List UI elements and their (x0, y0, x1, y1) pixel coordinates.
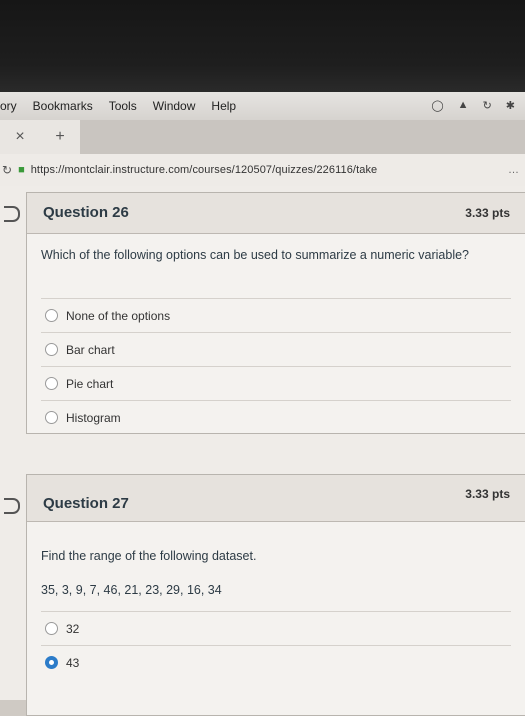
answer-option[interactable]: 43 (41, 645, 511, 679)
menu-item-window[interactable]: Window (153, 99, 196, 113)
radio-button[interactable] (45, 622, 58, 635)
close-tab-icon[interactable]: × (15, 128, 24, 146)
browser-tab[interactable]: × + (0, 120, 80, 154)
tab-bar: × + (0, 120, 525, 154)
screen-bezel (0, 0, 525, 92)
question-27-header: Question 27 3.33 pts (27, 475, 525, 522)
question-26: Question 26 3.33 pts Which of the follow… (26, 192, 525, 434)
radio-button[interactable] (45, 377, 58, 390)
time-machine-icon[interactable]: ↻ (483, 99, 492, 112)
answer-label: 43 (66, 655, 80, 670)
url-text: https://montclair.instructure.com/course… (30, 164, 378, 176)
radio-button[interactable] (45, 309, 58, 322)
question-27-title: Question 27 (43, 495, 129, 512)
question-26-text: Which of the following options can be us… (41, 248, 469, 262)
question-27-dataset: 35, 3, 9, 7, 46, 21, 23, 29, 16, 34 (41, 583, 222, 597)
question-27-points: 3.33 pts (465, 487, 510, 501)
question-26-header: Question 26 3.33 pts (27, 193, 525, 234)
reload-icon[interactable]: ↻ (2, 163, 12, 177)
answer-option[interactable]: 32 (41, 611, 511, 645)
answer-option[interactable]: Bar chart (41, 332, 511, 366)
creative-cloud-icon[interactable]: ◯ (431, 99, 443, 112)
more-icon[interactable]: … (508, 164, 519, 176)
lock-icon: ■ (18, 164, 25, 176)
menu-item-history[interactable]: ory (0, 99, 17, 113)
menu-item-tools[interactable]: Tools (109, 99, 137, 113)
answer-label: None of the options (66, 308, 171, 323)
answer-label: 32 (66, 621, 80, 636)
status-icons: ◯ ▲ ↻ ✱ (431, 99, 515, 112)
menu-bar: ory Bookmarks Tools Window Help ◯ ▲ ↻ ✱ (0, 92, 525, 120)
answer-label: Pie chart (66, 376, 114, 391)
question-26-points: 3.33 pts (465, 206, 510, 220)
question-27-answers: 32 43 (41, 611, 511, 679)
question-27-marker-icon[interactable] (4, 498, 20, 514)
radio-button[interactable] (45, 343, 58, 356)
address-bar[interactable]: ↻ ■ https://montclair.instructure.com/co… (0, 154, 525, 187)
answer-option[interactable]: None of the options (41, 298, 511, 332)
question-26-title: Question 26 (43, 204, 129, 221)
airplay-icon[interactable]: ▲ (458, 99, 469, 112)
question-27: Question 27 3.33 pts Find the range of t… (26, 474, 525, 716)
quiz-page: Question 26 3.33 pts Which of the follow… (0, 186, 525, 716)
question-26-marker-icon[interactable] (4, 206, 20, 222)
new-tab-icon[interactable]: + (55, 128, 64, 146)
answer-label: Bar chart (66, 342, 115, 357)
question-27-text: Find the range of the following dataset. (41, 549, 257, 563)
radio-button-selected[interactable] (45, 656, 58, 669)
answer-option[interactable]: Histogram (41, 400, 511, 434)
bluetooth-icon[interactable]: ✱ (506, 99, 515, 112)
answer-option[interactable]: Pie chart (41, 366, 511, 400)
menu-item-bookmarks[interactable]: Bookmarks (33, 99, 93, 113)
menu-item-help[interactable]: Help (211, 99, 236, 113)
question-26-answers: None of the options Bar chart Pie chart … (41, 298, 511, 434)
answer-label: Histogram (66, 410, 121, 425)
radio-button[interactable] (45, 411, 58, 424)
